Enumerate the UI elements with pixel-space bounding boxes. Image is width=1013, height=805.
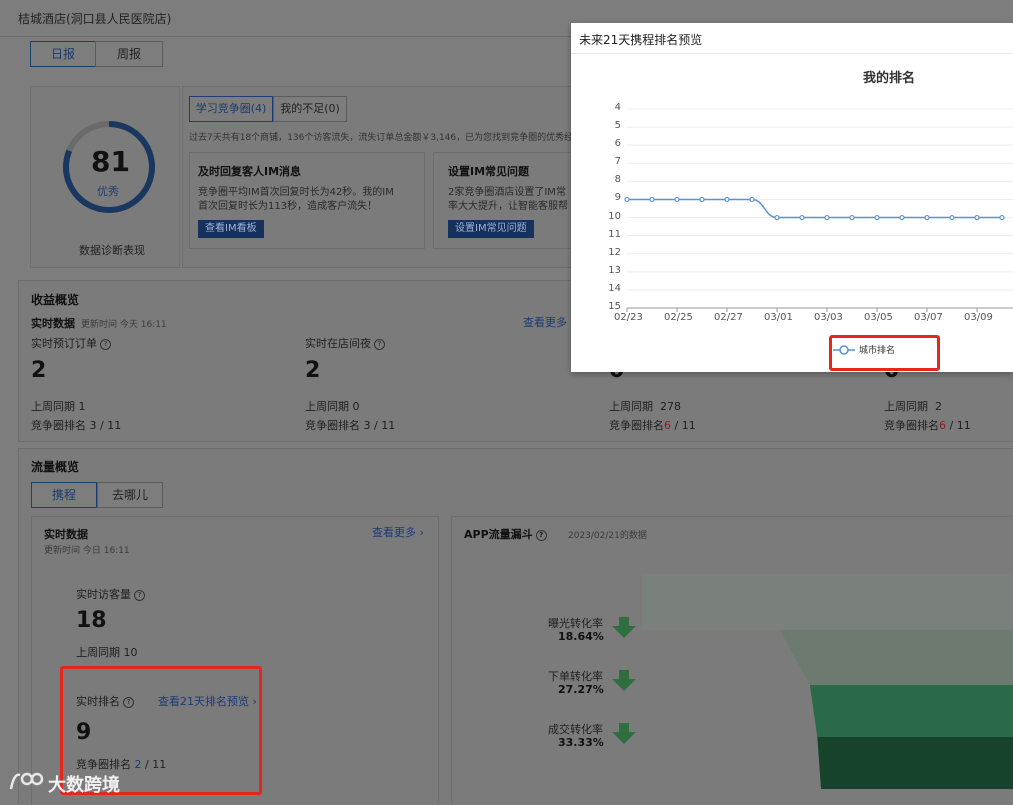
data-point[interactable] — [774, 214, 780, 221]
metric-nights-prev: 上周同期 0 — [305, 400, 360, 413]
funnel-rate-1-value: 18.64% — [558, 630, 604, 643]
revenue-more-link[interactable]: 查看更多 — [523, 314, 567, 330]
rank-preview-modal: 未来21天携程排名预览 我的排名 4 5 6 7 8 9 10 11 12 13 14 15 02/2… — [571, 23, 1013, 372]
card-im-reply-body2: 首次回复时长为113秒，造成客户流失！ — [198, 201, 378, 212]
revenue-realtime-label: 实时数据 — [31, 317, 75, 330]
competition-panel: 学习竞争圈(4) 我的不足(0) 过去7天共有18个商铺，136个访客流失，流失… — [182, 86, 584, 268]
traffic-realtime-label: 实时数据 — [44, 528, 88, 541]
watermark-logo-icon — [9, 772, 44, 790]
funnel-rate-1-label: 曝光转化率 — [548, 617, 603, 630]
visitors-label: 实时访客量? — [76, 586, 145, 602]
series-line-city-rank — [627, 198, 1002, 219]
score-gauge: 81 优秀 — [61, 119, 157, 215]
funnel-rate-3-label: 成交转化率 — [548, 723, 603, 736]
down-arrow-icon — [619, 670, 629, 679]
tab-daily[interactable]: 日报 — [30, 41, 96, 67]
card-im-reply: 及时回复客人IM消息 竞争圈平均IM首次回复时长为42秒。我的IM 首次回复时长… — [189, 152, 425, 249]
data-point[interactable] — [649, 196, 655, 203]
score-grade: 优秀 — [97, 185, 119, 198]
card-im-faq-body1: 2家竞争圈酒店设置了IM常 — [448, 187, 566, 198]
help-icon: ? — [100, 338, 111, 350]
data-point[interactable] — [824, 214, 830, 221]
metric-orders-value: 2 — [31, 358, 47, 383]
diagnosis-caption: 数据诊断表现 — [79, 244, 145, 257]
card-im-reply-title: 及时回复客人IM消息 — [198, 165, 302, 178]
metric-orders-label: 实时预订订单? — [31, 335, 111, 351]
score-value: 81 — [91, 145, 130, 178]
metric-orders-prev: 上周同期 1 — [31, 400, 86, 413]
traffic-updated: 更新时间 今日 16:11 — [44, 546, 130, 556]
diagnosis-panel: 81 优秀 数据诊断表现 — [30, 86, 180, 268]
traffic-more-link[interactable]: 查看更多 › — [372, 524, 424, 540]
tab-my-shortfalls[interactable]: 我的不足(0) — [273, 96, 347, 122]
metric-nights-value: 2 — [305, 358, 321, 383]
funnel-date: 2023/02/21的数据 — [568, 531, 647, 541]
funnel-step-3 — [809, 685, 1013, 737]
help-icon: ? — [535, 529, 547, 541]
down-arrow-icon — [612, 679, 636, 691]
data-point[interactable] — [999, 214, 1005, 221]
tab-weekly[interactable]: 周报 — [95, 41, 163, 67]
tab-ctrip[interactable]: 携程 — [31, 482, 97, 508]
metric-nights-label: 实时在店间夜? — [305, 335, 385, 351]
funnel-step-1 — [642, 574, 1013, 630]
metric-3-prev: 上周同期 278 — [609, 400, 681, 413]
funnel-card: APP流量漏斗? 2023/02/21的数据 曝光转化率 18.64% 下单转化… — [451, 516, 1013, 805]
visitors-prev: 上周同期 10 — [76, 646, 138, 659]
down-arrow-icon — [612, 732, 636, 744]
help-icon: ? — [374, 338, 385, 350]
data-point[interactable] — [749, 196, 755, 203]
card-im-reply-body1: 竞争圈平均IM首次回复时长为42秒。我的IM — [198, 187, 394, 198]
data-point[interactable] — [949, 214, 955, 221]
data-point[interactable] — [974, 214, 980, 221]
funnel-title: APP流量漏斗? — [464, 526, 547, 542]
view-im-dashboard-button[interactable]: 查看IM看板 — [198, 220, 264, 238]
help-icon: ? — [134, 589, 145, 601]
data-point[interactable] — [924, 214, 930, 221]
tab-learn-competition[interactable]: 学习竞争圈(4) — [189, 96, 273, 122]
revenue-title: 收益概览 — [31, 293, 80, 307]
revenue-updated: 更新时间 今天 16:11 — [81, 320, 167, 330]
data-point[interactable] — [849, 214, 855, 221]
legend-highlight-box — [829, 335, 940, 371]
data-point[interactable] — [674, 196, 680, 203]
tab-qunar[interactable]: 去哪儿 — [97, 482, 163, 508]
card-im-faq: 设置IM常见问题 2家竞争圈酒店设置了IM常 率大大提升，让智能客服帮 设置IM… — [433, 152, 584, 249]
data-point[interactable] — [899, 214, 905, 221]
hotel-name: 桔城酒店(洞口县人民医院店) — [18, 12, 172, 26]
rank-line-chart — [624, 108, 1013, 312]
data-point[interactable] — [874, 214, 880, 221]
data-point[interactable] — [624, 196, 630, 203]
down-arrow-icon — [619, 617, 629, 626]
data-point[interactable] — [699, 196, 705, 203]
watermark-text: 大数跨境 — [48, 775, 120, 796]
data-point[interactable] — [724, 196, 730, 203]
funnel-rate-3-value: 33.33% — [558, 736, 604, 749]
metric-nights-rank: 竞争圈排名 3 / 11 — [305, 419, 396, 432]
traffic-title: 流量概览 — [31, 460, 80, 474]
competition-summary: 过去7天共有18个商铺，136个访客流失，流失订单总金额￥3,146，已为您找到… — [189, 133, 574, 143]
metric-orders-rank: 竞争圈排名 3 / 11 — [31, 419, 122, 432]
metric-4-rank: 竞争圈排名6 / 11 — [884, 419, 971, 432]
funnel-step-4 — [817, 737, 1013, 789]
card-im-faq-body2: 率大大提升，让智能客服帮 — [448, 201, 568, 212]
set-im-faq-button[interactable]: 设置IM常见问题 — [448, 220, 534, 238]
data-point[interactable] — [799, 214, 805, 221]
down-arrow-icon — [619, 723, 629, 732]
funnel-rate-2-label: 下单转化率 — [548, 670, 603, 683]
down-arrow-icon — [612, 626, 636, 638]
funnel-rate-2-value: 27.27% — [558, 683, 604, 696]
metric-4-prev: 上周同期 2 — [884, 400, 942, 413]
funnel-step-2 — [780, 630, 1013, 685]
metric-3-rank: 竞争圈排名6 / 11 — [609, 419, 696, 432]
card-im-faq-title: 设置IM常见问题 — [448, 165, 530, 178]
visitors-value: 18 — [76, 608, 107, 633]
